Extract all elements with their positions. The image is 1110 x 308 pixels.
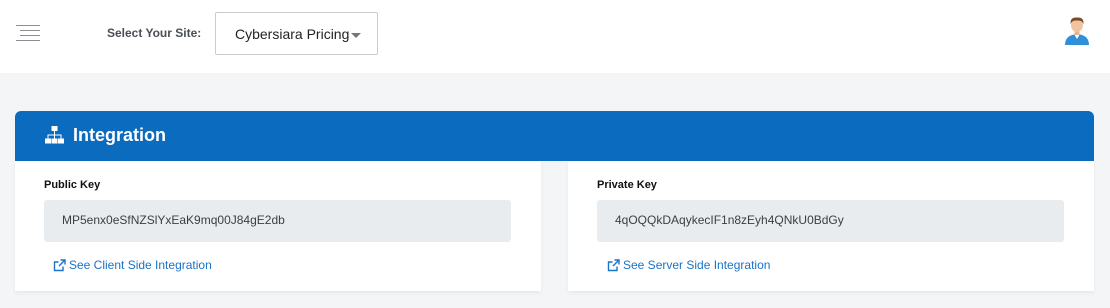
private-key-panel: Private Key 4qOQQkDAqykecIF1n8zEyh4QNkU0… bbox=[568, 161, 1094, 291]
integration-card: Integration Public Key MP5enx0eSfNZSlYxE… bbox=[15, 111, 1094, 301]
external-link-icon bbox=[53, 258, 66, 271]
menu-icon[interactable] bbox=[14, 25, 42, 41]
site-select[interactable]: Cybersiara Pricing bbox=[215, 12, 378, 55]
integration-title: Integration bbox=[73, 125, 166, 145]
top-bar: Select Your Site: Cybersiara Pricing bbox=[0, 0, 1110, 73]
private-key-value: 4qOQQkDAqykecIF1n8zEyh4QNkU0BdGy bbox=[615, 213, 844, 227]
public-key-value: MP5enx0eSfNZSlYxEaK9mq00J84gE2db bbox=[62, 213, 285, 227]
external-link-icon bbox=[607, 258, 620, 271]
site-select-value: Cybersiara Pricing bbox=[235, 26, 350, 42]
server-side-integration-link-text: See Server Side Integration bbox=[623, 258, 771, 272]
server-side-integration-link[interactable]: See Server Side Integration bbox=[607, 258, 770, 272]
select-site-label: Select Your Site: bbox=[107, 26, 202, 40]
integration-card-header: Integration bbox=[15, 111, 1094, 161]
user-avatar-icon[interactable] bbox=[1063, 15, 1091, 45]
sitemap-icon bbox=[45, 126, 64, 144]
public-key-field[interactable]: MP5enx0eSfNZSlYxEaK9mq00J84gE2db bbox=[44, 200, 511, 242]
private-key-field[interactable]: 4qOQQkDAqykecIF1n8zEyh4QNkU0BdGy bbox=[597, 200, 1064, 242]
chevron-down-icon bbox=[351, 33, 361, 38]
public-key-panel: Public Key MP5enx0eSfNZSlYxEaK9mq00J84gE… bbox=[15, 161, 541, 291]
client-side-integration-link-text: See Client Side Integration bbox=[69, 258, 212, 272]
client-side-integration-link[interactable]: See Client Side Integration bbox=[53, 258, 212, 272]
public-key-label: Public Key bbox=[44, 179, 101, 191]
private-key-label: Private Key bbox=[597, 179, 657, 191]
